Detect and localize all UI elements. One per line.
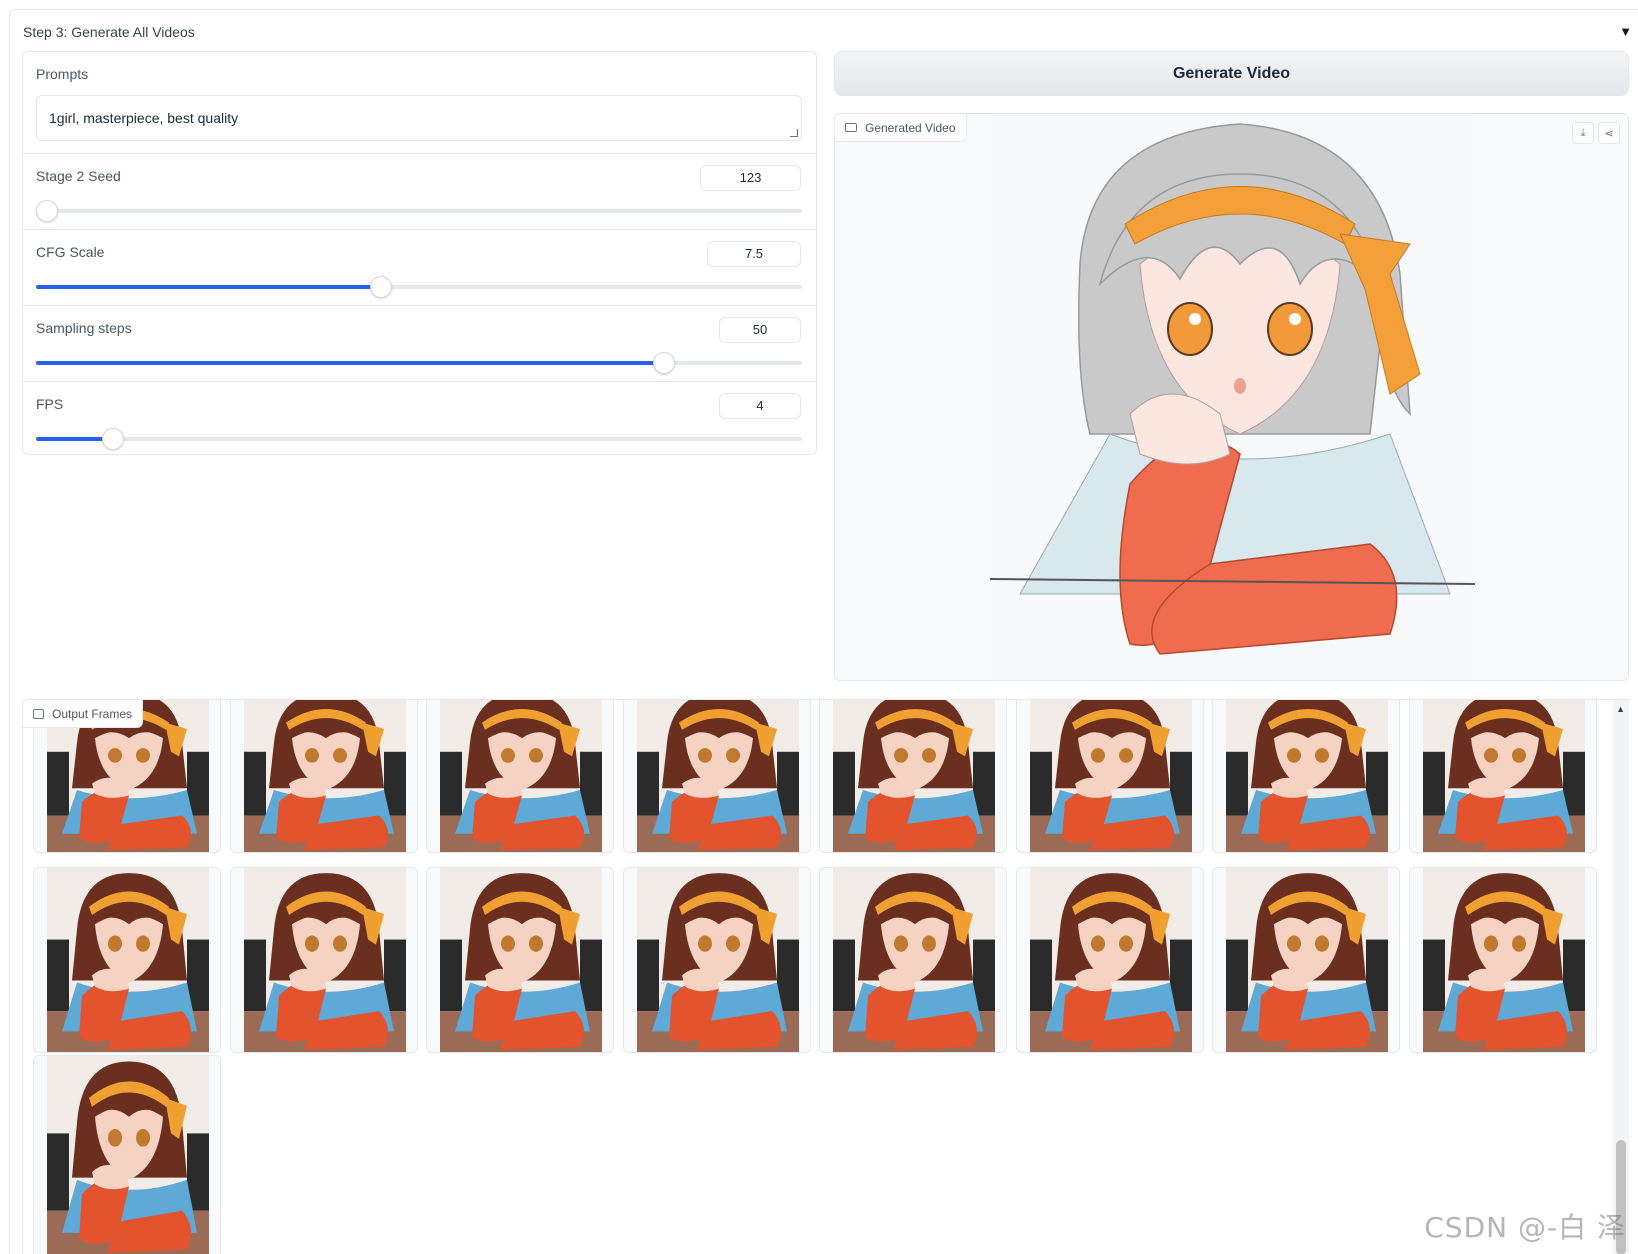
output-frames-panel: Output Frames ▲ (22, 699, 1629, 1254)
seed-slider-thumb[interactable] (36, 200, 58, 222)
generated-video-label: Generated Video (865, 120, 956, 135)
cfg-slider-thumb[interactable] (369, 276, 392, 298)
frame-thumbnail[interactable] (819, 867, 1007, 1053)
fps-number-input[interactable]: 4 (719, 393, 801, 419)
frame-image (1029, 868, 1192, 1052)
frame-image (1422, 868, 1585, 1052)
output-frames-label: Output Frames (52, 706, 133, 721)
frame-image (833, 700, 995, 852)
frame-thumbnail[interactable] (819, 700, 1007, 853)
frame-thumbnail[interactable] (1015, 867, 1204, 1053)
frame-thumbnail[interactable] (1212, 867, 1400, 1053)
cfg-number-input[interactable]: 7.5 (707, 241, 801, 267)
frame-thumbnail[interactable] (426, 700, 614, 853)
frame-thumbnail[interactable] (426, 867, 614, 1053)
fps-label: FPS (36, 396, 64, 412)
seed-label: Stage 2 Seed (36, 168, 121, 184)
seed-block: Stage 2 Seed 123 (23, 154, 816, 230)
seed-number-input[interactable]: 123 (700, 165, 801, 191)
frame-image (636, 700, 799, 852)
image-icon (33, 708, 44, 719)
frame-thumbnail[interactable] (1408, 867, 1597, 1053)
gallery-scrollbar[interactable]: ▲ (1613, 700, 1629, 1254)
frame-thumbnail[interactable] (622, 867, 811, 1053)
download-icon[interactable]: ⤓ (1572, 122, 1594, 144)
collapse-caret-icon[interactable]: ▼ (1619, 24, 1632, 39)
frame-image (833, 868, 995, 1052)
controls-panel: Prompts 1girl, masterpiece, best quality… (22, 51, 817, 455)
frame-image (243, 700, 406, 852)
frame-image (1226, 868, 1388, 1052)
frame-image (1029, 700, 1192, 852)
steps-block: Sampling steps 50 (23, 306, 816, 382)
frame-image (243, 868, 406, 1052)
frame-thumbnail[interactable] (33, 1055, 221, 1254)
steps-slider[interactable] (36, 352, 802, 374)
cfg-block: CFG Scale 7.5 (23, 230, 816, 306)
frame-thumbnail[interactable] (33, 867, 221, 1053)
generate-video-button[interactable]: Generate Video (834, 51, 1629, 96)
fps-block: FPS 4 (23, 382, 816, 456)
frame-image (47, 868, 209, 1052)
prompts-input-value: 1girl, masterpiece, best quality (49, 110, 239, 126)
frame-thumbnail[interactable] (1015, 700, 1204, 853)
resize-grip-icon[interactable] (790, 129, 798, 137)
frame-image (440, 700, 602, 852)
frame-image (1422, 700, 1585, 852)
prompts-block: Prompts 1girl, masterpiece, best quality (23, 52, 816, 154)
steps-slider-fill (36, 361, 665, 365)
seed-slider[interactable] (36, 200, 802, 222)
generated-video-tag: Generated Video (835, 114, 967, 142)
frame-thumbnail[interactable] (229, 867, 418, 1053)
steps-slider-thumb[interactable] (653, 352, 676, 374)
frame-image (440, 868, 602, 1052)
prompts-label: Prompts (36, 66, 89, 82)
cfg-slider-fill (36, 285, 381, 289)
scroll-up-arrow-icon[interactable]: ▲ (1616, 704, 1625, 714)
accordion-title[interactable]: Step 3: Generate All Videos (23, 24, 195, 40)
frame-thumbnail[interactable] (622, 700, 811, 853)
frame-thumbnail[interactable] (229, 700, 418, 853)
fps-slider[interactable] (36, 428, 802, 450)
generated-video-panel[interactable]: Generated Video ⤓ ⋖ (834, 113, 1629, 681)
frame-image (47, 1056, 209, 1254)
watermark: CSDN @-白 泽 (1424, 1211, 1626, 1244)
generated-video-frame (990, 114, 1475, 680)
frame-image (636, 868, 799, 1052)
frame-image (1226, 700, 1388, 852)
output-frames-tag: Output Frames (23, 700, 144, 728)
prompts-input[interactable]: 1girl, masterpiece, best quality (36, 95, 802, 141)
cfg-slider[interactable] (36, 276, 802, 298)
share-icon[interactable]: ⋖ (1598, 122, 1620, 144)
video-camera-icon (845, 123, 857, 132)
steps-label: Sampling steps (36, 320, 132, 336)
frame-thumbnail[interactable] (1212, 700, 1400, 853)
video-actions: ⤓ ⋖ (1572, 122, 1620, 144)
fps-slider-thumb[interactable] (101, 428, 124, 450)
frame-thumbnail[interactable] (1408, 700, 1597, 853)
steps-number-input[interactable]: 50 (719, 317, 801, 343)
cfg-label: CFG Scale (36, 244, 105, 260)
